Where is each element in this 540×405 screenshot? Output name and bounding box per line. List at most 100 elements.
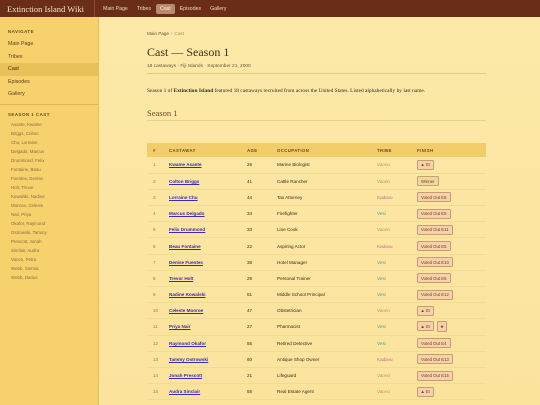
finish-badge: Voted Out E8 — [417, 192, 451, 203]
cell-num: 1 — [147, 157, 163, 174]
sidebar-cast-link[interactable]: Delgado, Marcus — [0, 147, 98, 156]
sidebar-cast-link[interactable]: Webb, Darius — [0, 273, 98, 282]
cell-num: 10 — [147, 302, 163, 320]
cell-tribe: Vesi — [371, 335, 411, 352]
sidebar-item-cast[interactable]: Cast — [0, 63, 98, 76]
cell-age: 33 — [241, 221, 271, 239]
main-content: Main Page › Cast Cast — Season 1 18 castaw… — [100, 17, 540, 405]
cell-age: 41 — [241, 173, 271, 190]
finish-badge: ▲ EI — [417, 305, 434, 316]
cell-age: 21 — [241, 367, 271, 385]
sidebar-cast-link[interactable]: Okafor, Raymond — [0, 219, 98, 228]
cell-castaway: Denise Fuentes — [163, 254, 241, 271]
sidebar-cast-link[interactable]: Briggs, Colton — [0, 129, 98, 138]
castaway-link[interactable]: Lorraine Chu — [169, 195, 198, 200]
col-tribe[interactable]: TRIBE — [371, 143, 411, 157]
cell-num: 9 — [147, 286, 163, 304]
table-row: 15 Audra Sinclair 58 Real Estate Agent Vaono… — [147, 383, 486, 401]
sidebar-cast-link[interactable]: Fuentes, Denise — [0, 174, 98, 183]
breadcrumb-current: Cast — [174, 31, 184, 36]
sidebar-item-main-page[interactable]: Main Page — [0, 38, 98, 51]
cell-castaway: Priya Nair — [163, 318, 241, 336]
castaway-link[interactable]: Jonah Prescott — [169, 373, 202, 378]
cast-table-header: # CASTAWAY AGE OCCUPATION TRIBE FINISH — [147, 143, 486, 157]
table-row: 6 Beau Fontaine 22 Aspiring Actor Kadavu Vote… — [147, 237, 486, 255]
sidebar-cast-link[interactable]: Holt, Trevor — [0, 183, 98, 192]
castaway-link[interactable]: Beau Fontaine — [169, 244, 201, 249]
sidebar-cast-link[interactable]: Vance, Petra — [0, 255, 98, 264]
site-title[interactable]: Extinction Island Wiki — [0, 4, 94, 14]
finish-badge: Voted Out E12 — [417, 289, 453, 300]
cell-tribe: Vaono — [371, 221, 411, 239]
top-nav-tribes[interactable]: Tribes — [133, 4, 155, 14]
castaway-link[interactable]: Nadine Kowalski — [169, 292, 206, 297]
sidebar-cast-link[interactable]: Ostrowski, Tammy — [0, 228, 98, 237]
castaway-link[interactable]: Denise Fuentes — [169, 260, 203, 265]
breadcrumb-root[interactable]: Main Page — [147, 31, 169, 36]
breadcrumb: Main Page › Cast — [147, 31, 184, 36]
col-finish[interactable]: FINISH — [411, 143, 486, 157]
sidebar-cast-link[interactable]: Nair, Priya — [0, 210, 98, 219]
castaway-link[interactable]: Raymond Okafor — [169, 341, 206, 346]
sidebar-nav: Main Page Tribes Cast Episodes Gallery — [0, 38, 98, 101]
cell-num: 14 — [147, 367, 163, 385]
top-nav-main-page[interactable]: Main Page — [99, 4, 132, 14]
cell-finish: Voted Out E11 — [411, 221, 486, 239]
cell-age: 27 — [241, 318, 271, 336]
cell-num: 5 — [147, 221, 163, 239]
finish-badge: Voted Out E10 — [417, 257, 453, 268]
cell-num: 6 — [147, 237, 163, 255]
sidebar-cast-link[interactable]: Asante, Kwame — [0, 120, 98, 129]
table-row: 5 Felix Drummond 33 Line Cook Vaono Voted Out… — [147, 221, 486, 239]
cell-occupation: Antique Shop Owner — [271, 351, 371, 368]
castaway-link[interactable]: Audra Sinclair — [169, 389, 200, 394]
cell-num: 2 — [147, 173, 163, 190]
castaway-link[interactable]: Marcus Delgado — [169, 211, 204, 216]
table-row: 3 Lorraine Chu 44 Tax Attorney Kadavu Voted O… — [147, 189, 486, 207]
page-meta: 18 castaways · Fiji Islands · September … — [147, 64, 251, 69]
castaway-link[interactable]: Kwame Asante — [169, 162, 202, 167]
sidebar-cast-link[interactable]: Prescott, Jonah — [0, 237, 98, 246]
cell-castaway: Trevor Holt — [163, 270, 241, 288]
sidebar-cast-link[interactable]: Sinclair, Audra — [0, 246, 98, 255]
top-nav-episodes[interactable]: Episodes — [176, 4, 205, 14]
finish-badge: ▲ EI — [417, 321, 434, 332]
sidebar-cast-link[interactable]: Fontaine, Beau — [0, 165, 98, 174]
col-castaway[interactable]: CASTAWAY — [163, 143, 241, 157]
castaway-link[interactable]: Priya Nair — [169, 324, 190, 329]
castaway-link[interactable]: Colton Briggs — [169, 179, 199, 184]
cell-occupation: Cattle Rancher — [271, 173, 371, 190]
sidebar-item-episodes[interactable]: Episodes — [0, 76, 98, 89]
top-nav-gallery[interactable]: Gallery — [206, 4, 230, 14]
top-nav-cast[interactable]: Cast — [156, 3, 175, 14]
castaway-link[interactable]: Trevor Holt — [169, 276, 193, 281]
col-num[interactable]: # — [147, 143, 163, 157]
sidebar-item-gallery[interactable]: Gallery — [0, 88, 98, 101]
cell-castaway: Beau Fontaine — [163, 237, 241, 255]
sidebar-cast-link[interactable]: Webb, Sienna — [0, 264, 98, 273]
castaway-link[interactable]: Celeste Monroe — [169, 308, 203, 313]
cell-castaway: Tammy Ostrowski — [163, 351, 241, 368]
sidebar-cast-link[interactable]: Kowalski, Nadine — [0, 192, 98, 201]
sidebar-item-tribes[interactable]: Tribes — [0, 51, 98, 64]
finish-badge: ★ — [436, 321, 448, 333]
cell-age: 51 — [241, 286, 271, 304]
top-bar: Extinction Island Wiki Main Page Tribes … — [0, 0, 540, 17]
sidebar-cast-link[interactable]: Monroe, Celeste — [0, 201, 98, 210]
table-row: 1 Kwame Asante 26 Marine Biologist Vaono ▲ EI — [147, 157, 486, 174]
col-occupation[interactable]: OCCUPATION — [271, 143, 371, 157]
cell-finish: Voted Out E13 — [411, 351, 486, 368]
cell-castaway: Kwame Asante — [163, 157, 241, 174]
cell-castaway: Lorraine Chu — [163, 189, 241, 207]
castaway-link[interactable]: Felix Drummond — [169, 227, 205, 232]
finish-badge: ▲ EI — [417, 159, 434, 170]
cell-tribe: Vaono — [371, 302, 411, 320]
col-age[interactable]: AGE — [241, 143, 271, 157]
sidebar-nav-heading: NAVIGATE — [8, 29, 35, 34]
sidebar-cast-link[interactable]: Chu, Lorraine — [0, 138, 98, 147]
castaway-link[interactable]: Tammy Ostrowski — [169, 357, 208, 362]
cell-occupation: Aspiring Actor — [271, 237, 371, 255]
cell-finish: ▲ EI — [411, 157, 486, 174]
sidebar-cast-link[interactable]: Drummond, Felix — [0, 156, 98, 165]
finish-badge: Voted Out E6 — [417, 273, 451, 284]
